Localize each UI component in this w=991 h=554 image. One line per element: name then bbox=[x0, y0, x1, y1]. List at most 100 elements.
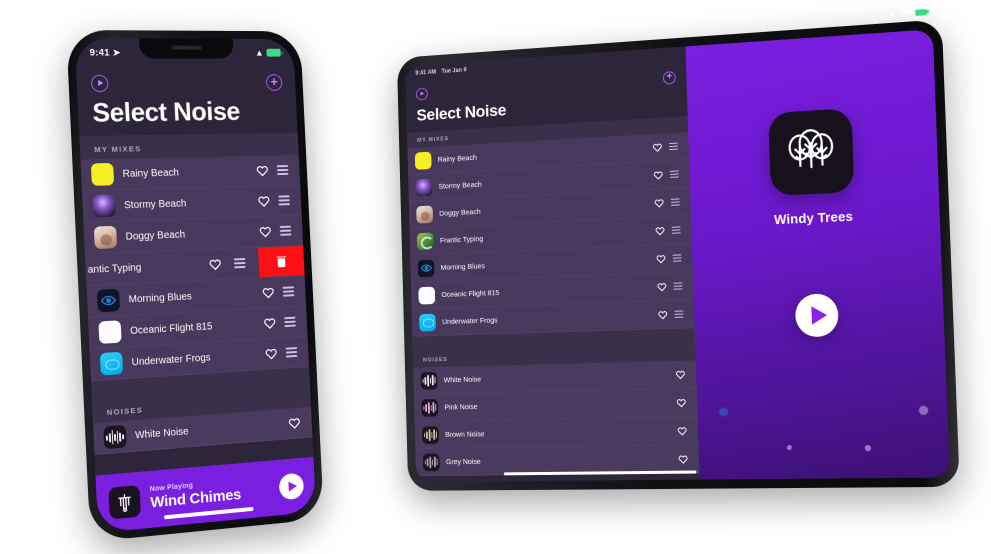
play-circle-icon[interactable] bbox=[90, 74, 109, 92]
drag-handle-icon[interactable] bbox=[279, 225, 292, 236]
drag-handle-icon[interactable] bbox=[670, 198, 680, 206]
list-item-label: antic Typing bbox=[87, 261, 142, 276]
earpiece-speaker bbox=[172, 45, 202, 50]
waveform-icon bbox=[421, 371, 438, 389]
mix-thumbnail bbox=[416, 205, 434, 224]
list-item-label: Oceanic Flight 815 bbox=[441, 288, 500, 299]
back-icon[interactable] bbox=[786, 444, 792, 451]
phone-screen: 9:41 ➤ ▲ + Select Noise MY MIXES Rainy B… bbox=[74, 38, 317, 533]
add-circle-icon[interactable]: + bbox=[662, 70, 676, 85]
drag-handle-icon[interactable] bbox=[284, 316, 296, 327]
list-item-label: Rainy Beach bbox=[122, 167, 180, 180]
heart-outline-icon[interactable] bbox=[209, 258, 222, 271]
assistant-icon[interactable] bbox=[719, 407, 729, 417]
wind-chimes-icon bbox=[108, 484, 141, 519]
tablet-status-right: ▲ 38% bbox=[889, 8, 927, 18]
noise-thumbnail bbox=[421, 398, 439, 417]
tablet-screen: 9:41 AM Tue Jan 9 + Select Noise MY MIXE… bbox=[405, 29, 950, 483]
mix-thumbnail bbox=[417, 259, 435, 278]
list-item-label: Doggy Beach bbox=[125, 228, 186, 243]
waveform-icon bbox=[103, 425, 126, 449]
heart-outline-icon[interactable] bbox=[652, 142, 662, 152]
drag-handle-icon[interactable] bbox=[672, 254, 682, 262]
battery-percent: 38% bbox=[898, 9, 913, 18]
drag-handle-icon[interactable] bbox=[276, 165, 289, 175]
drag-handle-icon[interactable] bbox=[674, 310, 684, 318]
tablet-detail-pane: Windy Trees bbox=[685, 29, 950, 480]
list-item-label: Underwater Frogs bbox=[131, 351, 211, 368]
noise-thumbnail bbox=[422, 453, 440, 471]
list-item-label: Pink Noise bbox=[444, 402, 478, 412]
list-item-label: Stormy Beach bbox=[438, 179, 482, 191]
waveform-icon bbox=[422, 426, 439, 444]
heart-outline-icon[interactable] bbox=[259, 225, 272, 238]
mix-thumbnail bbox=[93, 225, 118, 250]
heart-outline-icon[interactable] bbox=[256, 164, 269, 177]
heart-outline-icon[interactable] bbox=[655, 226, 665, 236]
heart-outline-icon[interactable] bbox=[657, 281, 667, 291]
delete-button[interactable] bbox=[258, 245, 305, 278]
drag-handle-icon[interactable] bbox=[282, 286, 295, 297]
heart-outline-icon[interactable] bbox=[675, 369, 685, 379]
mix-thumbnail bbox=[419, 313, 436, 332]
location-arrow-icon: ➤ bbox=[112, 46, 121, 58]
tablet-master-pane: 9:41 AM Tue Jan 9 + Select Noise MY MIXE… bbox=[405, 46, 700, 483]
phone-app-topbar: + bbox=[76, 62, 296, 103]
volume-icon[interactable] bbox=[864, 444, 872, 452]
mix-thumbnail bbox=[98, 320, 122, 344]
trees-icon bbox=[768, 108, 855, 197]
tablet-noise-list[interactable]: MY MIXES Rainy Beach Stormy Beach Doggy … bbox=[406, 116, 700, 482]
phone-device: 9:41 ➤ ▲ + Select Noise MY MIXES Rainy B… bbox=[66, 29, 324, 542]
tablet-device: ▲ 38% 9:41 AM Tue Jan 9 + Select Noise M… bbox=[396, 8, 960, 491]
detail-title: Windy Trees bbox=[773, 208, 854, 228]
heart-outline-icon[interactable] bbox=[676, 397, 686, 407]
heart-outline-icon[interactable] bbox=[288, 416, 301, 430]
drag-handle-icon[interactable] bbox=[669, 170, 679, 179]
tablet-status-time: 9:41 AM bbox=[415, 69, 437, 77]
noise-thumbnail bbox=[103, 424, 127, 450]
mix-thumbnail bbox=[99, 351, 124, 376]
mix-thumbnail bbox=[414, 151, 432, 170]
noise-thumbnail bbox=[420, 371, 438, 390]
screenshot-stage: 9:41 ➤ ▲ + Select Noise MY MIXES Rainy B… bbox=[0, 0, 991, 554]
drag-handle-icon[interactable] bbox=[285, 347, 298, 358]
list-item-label: Morning Blues bbox=[440, 261, 486, 272]
play-circle-icon[interactable] bbox=[415, 86, 428, 101]
list-item-label: Doggy Beach bbox=[439, 207, 481, 218]
drag-handle-icon[interactable] bbox=[668, 142, 679, 151]
tablet-status-date: Tue Jan 9 bbox=[441, 67, 467, 75]
list-item[interactable]: Brown Noise bbox=[414, 416, 699, 449]
noise-thumbnail bbox=[422, 425, 440, 444]
heart-outline-icon[interactable] bbox=[678, 454, 688, 464]
battery-icon bbox=[266, 48, 281, 57]
heart-outline-icon[interactable] bbox=[265, 347, 278, 361]
drag-handle-icon[interactable] bbox=[673, 282, 683, 290]
list-item-label: Rainy Beach bbox=[437, 152, 477, 164]
heart-outline-icon[interactable] bbox=[263, 316, 276, 329]
list-item-label: Oceanic Flight 815 bbox=[129, 320, 213, 337]
heart-outline-icon[interactable] bbox=[677, 426, 687, 436]
battery-icon bbox=[915, 8, 927, 16]
mix-thumbnail bbox=[90, 162, 115, 186]
play-icon[interactable] bbox=[278, 472, 305, 501]
drag-handle-icon[interactable] bbox=[278, 195, 290, 206]
phone-notch bbox=[139, 38, 234, 59]
heart-outline-icon[interactable] bbox=[658, 309, 668, 319]
heart-outline-icon[interactable] bbox=[656, 254, 666, 264]
detail-header: Windy Trees bbox=[688, 103, 940, 231]
play-icon[interactable] bbox=[794, 293, 840, 338]
list-item-label: Brown Noise bbox=[445, 429, 485, 439]
drag-handle-icon[interactable] bbox=[671, 226, 681, 234]
drag-handle-icon[interactable] bbox=[233, 258, 246, 269]
heart-outline-icon[interactable] bbox=[262, 286, 275, 299]
heart-outline-icon[interactable] bbox=[654, 198, 664, 208]
list-item-label: Underwater Frogs bbox=[442, 315, 498, 327]
list-item-label: Grey Noise bbox=[445, 456, 481, 467]
heart-outline-icon[interactable] bbox=[257, 194, 270, 207]
timer-icon[interactable] bbox=[918, 405, 929, 416]
mix-thumbnail bbox=[415, 178, 433, 197]
mix-thumbnail bbox=[418, 286, 436, 305]
add-circle-icon[interactable]: + bbox=[265, 73, 283, 91]
list-item-label: White Noise bbox=[134, 425, 189, 442]
heart-outline-icon[interactable] bbox=[653, 170, 663, 180]
